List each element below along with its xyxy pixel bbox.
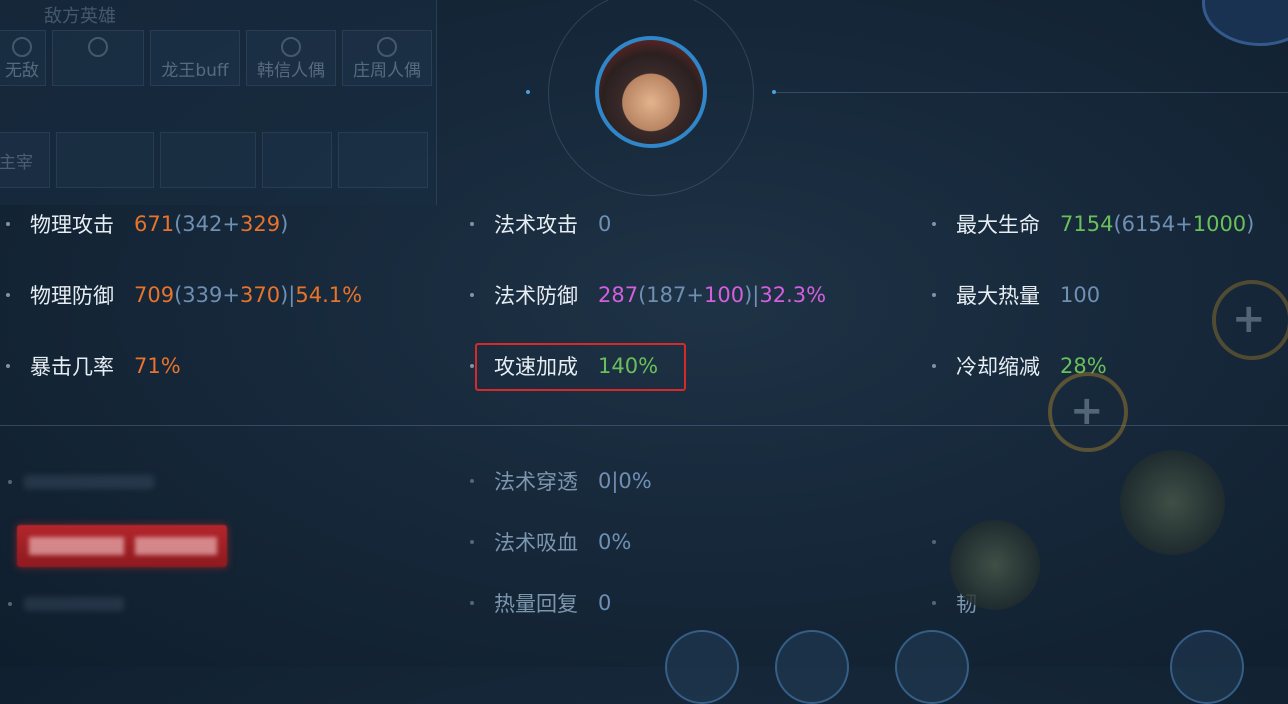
stat-label: 法术吸血 — [494, 531, 578, 555]
bullet — [8, 480, 12, 484]
bullet — [6, 222, 10, 226]
stat-magic-def: 法术防御 287(187+100)|32.3% — [470, 280, 826, 310]
highlight-box — [475, 343, 686, 391]
stat-phys-def: 物理防御 709(339+370)|54.1% — [6, 280, 362, 310]
bullet — [932, 364, 936, 368]
stat-value: 7154(6154+1000) — [1060, 212, 1255, 236]
bullet — [6, 293, 10, 297]
slot-overlord[interactable]: 主宰 — [0, 132, 50, 188]
ring-dot-right — [772, 90, 776, 94]
stat-value: 671(342+329) — [134, 212, 289, 236]
stat-value: 287(187+100)|32.3% — [598, 283, 827, 307]
plus-icon[interactable]: + — [1232, 296, 1266, 342]
heart-icon — [12, 37, 32, 57]
plus-icon[interactable]: + — [1070, 388, 1104, 434]
bullet — [6, 364, 10, 368]
blurred-stat — [24, 475, 154, 489]
stat-label: 法术防御 — [494, 284, 578, 308]
bullet — [932, 293, 936, 297]
bullet — [8, 602, 12, 606]
slot-hanxin-doll[interactable]: 韩信人偶 — [246, 30, 336, 86]
stat-label: 冷却缩减 — [956, 355, 1040, 379]
stat-label: 最大热量 — [956, 284, 1040, 308]
skill-button[interactable] — [1170, 630, 1244, 704]
stat-value: 709(339+370)|54.1% — [134, 283, 363, 307]
skill-orb — [1120, 450, 1225, 555]
stat-label: 物理防御 — [30, 284, 114, 308]
stat-label: 热量回复 — [494, 592, 578, 616]
stat-value: 100 — [1060, 283, 1101, 307]
skill-button[interactable] — [775, 630, 849, 704]
stat-value: 0 — [598, 212, 612, 236]
stat-value: 71% — [134, 354, 181, 378]
doll-icon — [281, 37, 301, 57]
divider-top — [776, 92, 1288, 93]
stat-magic-atk: 法术攻击 0 — [470, 209, 611, 239]
slot-zhuangzhou-doll[interactable]: 庄周人偶 — [342, 30, 432, 86]
slot-trash[interactable] — [338, 132, 428, 188]
stat-magic-vamp: 法术吸血 0% — [470, 527, 631, 557]
stat-label: 最大生命 — [956, 213, 1040, 237]
slot-invincible[interactable]: 无敌 — [0, 30, 46, 86]
bullet — [470, 222, 474, 226]
ring-dot-left — [526, 90, 530, 94]
stat-label: 法术穿透 — [494, 470, 578, 494]
bullet — [470, 540, 474, 544]
doll-icon — [377, 37, 397, 57]
stat-value: 0|0% — [598, 469, 652, 493]
stat-value: 0 — [598, 591, 612, 615]
stat-max-heat: 最大热量 100 — [932, 280, 1100, 310]
bullet — [932, 601, 936, 605]
stat-label: 法术攻击 — [494, 213, 578, 237]
stat-phys-atk: 物理攻击 671(342+329) — [6, 209, 288, 239]
enemy-hero-panel-title: 敌方英雄 — [44, 6, 116, 27]
bullet — [932, 222, 936, 226]
stat-crit: 暴击几率 71% — [6, 351, 181, 381]
skill-orb — [950, 520, 1040, 610]
bullet — [470, 601, 474, 605]
slot-empty-3[interactable] — [160, 132, 256, 188]
stat-label: 物理攻击 — [30, 213, 114, 237]
stat-value: 0% — [598, 530, 632, 554]
stat-heat-regen: 热量回复 0 — [470, 588, 611, 618]
bullet — [932, 540, 936, 544]
stat-max-hp: 最大生命 7154(6154+1000) — [932, 209, 1254, 239]
slot-empty[interactable] — [52, 30, 144, 86]
skill-button[interactable] — [895, 630, 969, 704]
bullet — [470, 364, 474, 368]
slot-empty-4[interactable] — [262, 132, 332, 188]
stat-magic-pen: 法术穿透 0|0% — [470, 466, 652, 496]
slot-dragon-buff[interactable]: 龙王buff — [150, 30, 240, 86]
redacted-badge — [17, 525, 227, 567]
bullet — [470, 479, 474, 483]
stat-label: 暴击几率 — [30, 355, 114, 379]
skill-icon — [88, 37, 108, 57]
corner-decoration — [1202, 0, 1288, 46]
skill-button[interactable] — [665, 630, 739, 704]
bullet — [470, 293, 474, 297]
blurred-stat — [24, 597, 124, 611]
enemy-hero-panel: 敌方英雄 无敌 龙王buff 韩信人偶 庄周人偶 主宰 — [0, 0, 437, 205]
slot-empty-2[interactable] — [56, 132, 154, 188]
hero-avatar[interactable] — [595, 36, 707, 148]
